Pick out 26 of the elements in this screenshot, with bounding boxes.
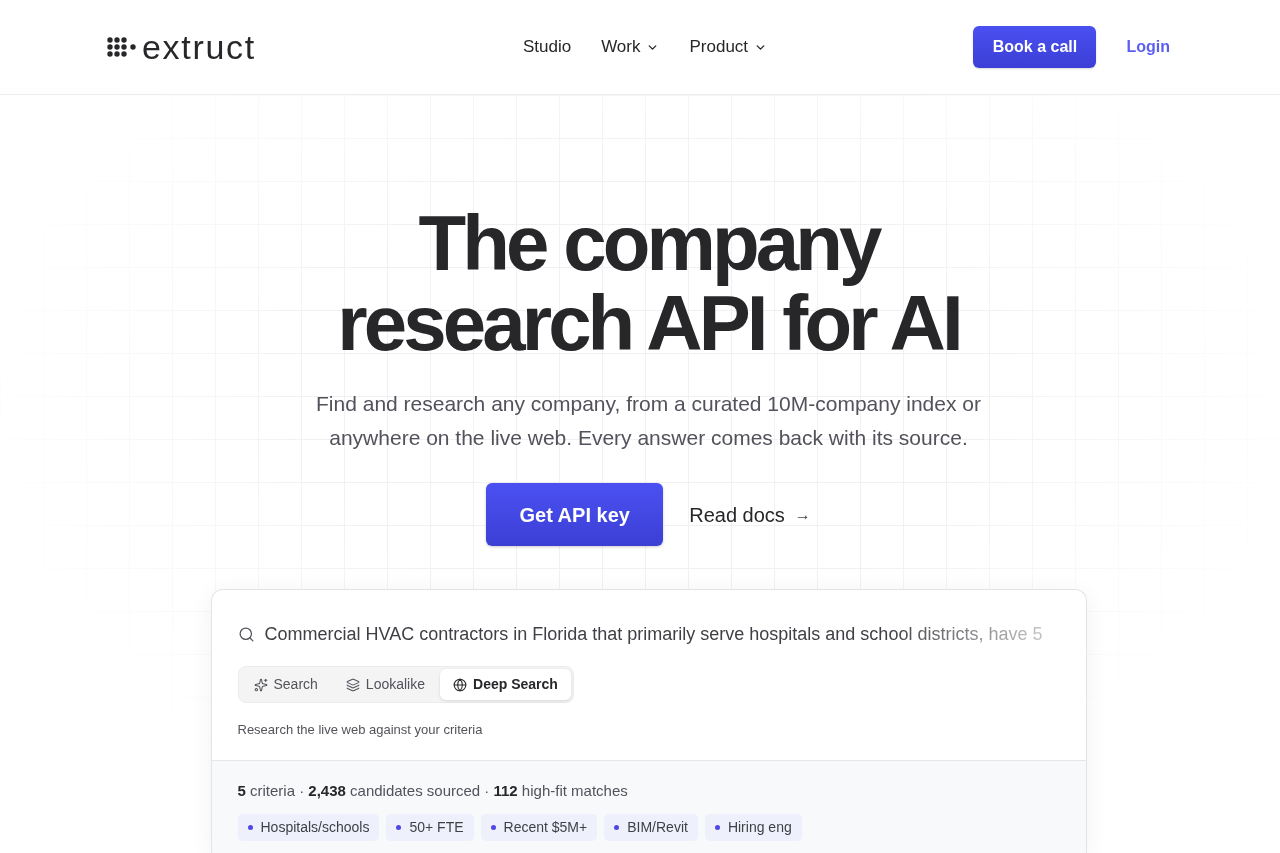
search-field[interactable]: Commercial HVAC contractors in Florida that primarily serve hospitals and school districts, have 5	[237, 621, 1060, 647]
search-icon	[237, 625, 255, 643]
get-api-key-button[interactable]: Get API key	[486, 483, 664, 546]
results-summary: 5 criteria · 2,438 candidates sourced · 112 high-fit matches	[237, 780, 629, 801]
criteria-tag: Hospitals/schools	[237, 814, 380, 841]
nav-link[interactable]: Work	[601, 34, 660, 60]
nav-link[interactable]: Studio	[522, 34, 572, 60]
sparkles-icon	[253, 677, 268, 692]
hero-title: The company research API for AI	[337, 203, 960, 363]
mode-description: Research the live web against your criteria	[237, 721, 484, 739]
criteria-tag: Hiring eng	[704, 814, 802, 841]
mode-tab[interactable]: Search	[240, 669, 331, 700]
criteria-tag: BIM/Revit	[604, 814, 698, 841]
criteria-tag: 50+ FTE	[386, 814, 474, 841]
logo[interactable]: extruct	[107, 30, 256, 64]
criteria-tag: Recent $5M+	[480, 814, 598, 841]
mode-tab[interactable]: Deep Search	[440, 669, 571, 700]
read-docs-link[interactable]: Read docs →	[689, 499, 811, 530]
hero-subtitle: Find and research any company, from a curated 10M-company index or anywhere on the live web. Every answer comes back with its source.	[315, 391, 982, 451]
nav-link[interactable]: Product	[689, 34, 768, 60]
layers-icon	[345, 677, 360, 692]
login-link[interactable]: Login	[1126, 35, 1170, 59]
book-call-button[interactable]: Book a call	[973, 26, 1097, 68]
globe-icon	[453, 677, 467, 692]
mode-tab[interactable]: Lookalike	[332, 669, 438, 700]
dot-grid-logo-icon	[107, 37, 136, 57]
